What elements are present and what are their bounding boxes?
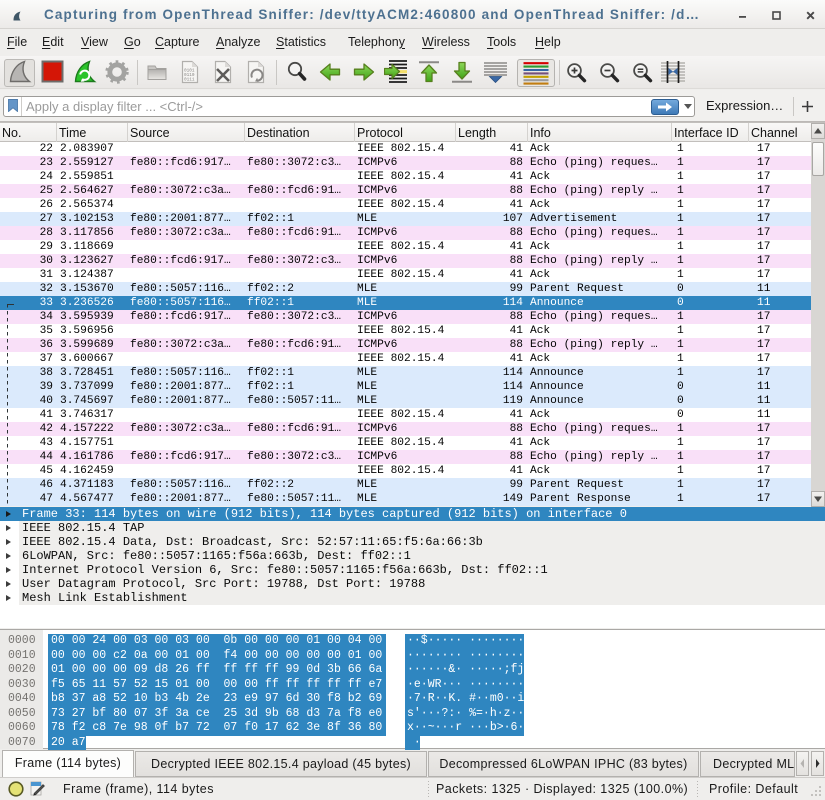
svg-text:0111: 0111: [184, 78, 195, 83]
